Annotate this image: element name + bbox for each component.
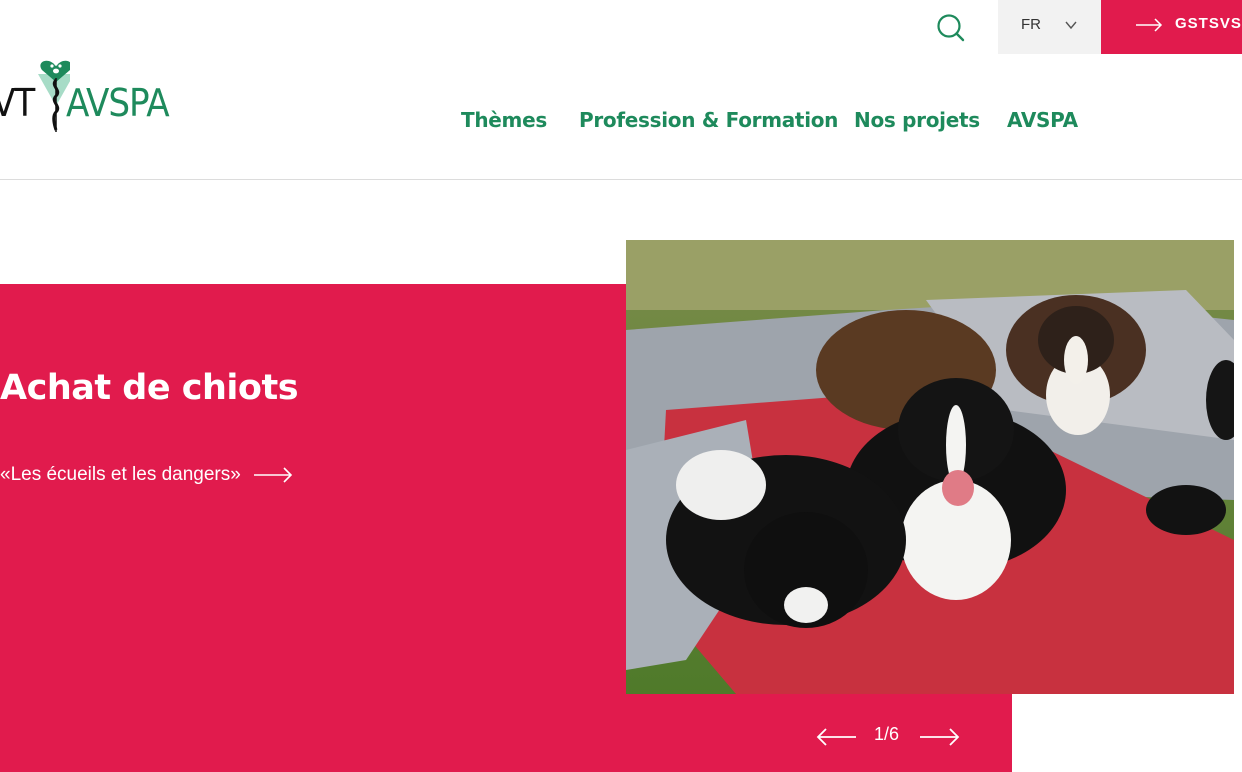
hero-read-more-link[interactable]: «Les écueils et les dangers» xyxy=(0,464,293,486)
nav-item-themes[interactable]: Thèmes xyxy=(461,108,547,132)
carousel-counter: 1/6 xyxy=(874,724,900,744)
search-button[interactable] xyxy=(930,8,970,46)
language-label: FR xyxy=(1021,16,1041,33)
hero-image-puppies xyxy=(626,240,1234,694)
site-logo[interactable]: VT AVSPA xyxy=(0,44,170,136)
nav-item-nos-projets[interactable]: Nos projets xyxy=(854,108,980,132)
arrow-left-icon[interactable] xyxy=(816,726,858,748)
arrow-right-icon[interactable] xyxy=(918,726,960,748)
arrow-right-icon xyxy=(253,467,292,483)
hero-link-text: «Les écueils et les dangers» xyxy=(0,464,241,485)
logo-text-right: AVSPA xyxy=(66,81,170,125)
nav-item-profession-formation[interactable]: Profession & Formation xyxy=(579,108,838,132)
hero-panel xyxy=(0,284,626,772)
site-header: VT AVSPA FR GSTSVS Thèmes Profession & F… xyxy=(0,0,1242,180)
gstsvs-label: GSTSVS xyxy=(1175,15,1242,32)
caduceus-heart-icon xyxy=(38,60,70,132)
language-selector[interactable]: FR xyxy=(998,0,1101,54)
chevron-down-icon xyxy=(1065,21,1077,30)
search-icon xyxy=(937,14,965,42)
nav-item-avspa[interactable]: AVSPA xyxy=(1007,108,1078,132)
arrow-right-icon xyxy=(1136,18,1163,32)
hero-title: Achat de chiots xyxy=(0,368,299,408)
gstsvs-link-button[interactable]: GSTSVS xyxy=(1101,0,1242,54)
